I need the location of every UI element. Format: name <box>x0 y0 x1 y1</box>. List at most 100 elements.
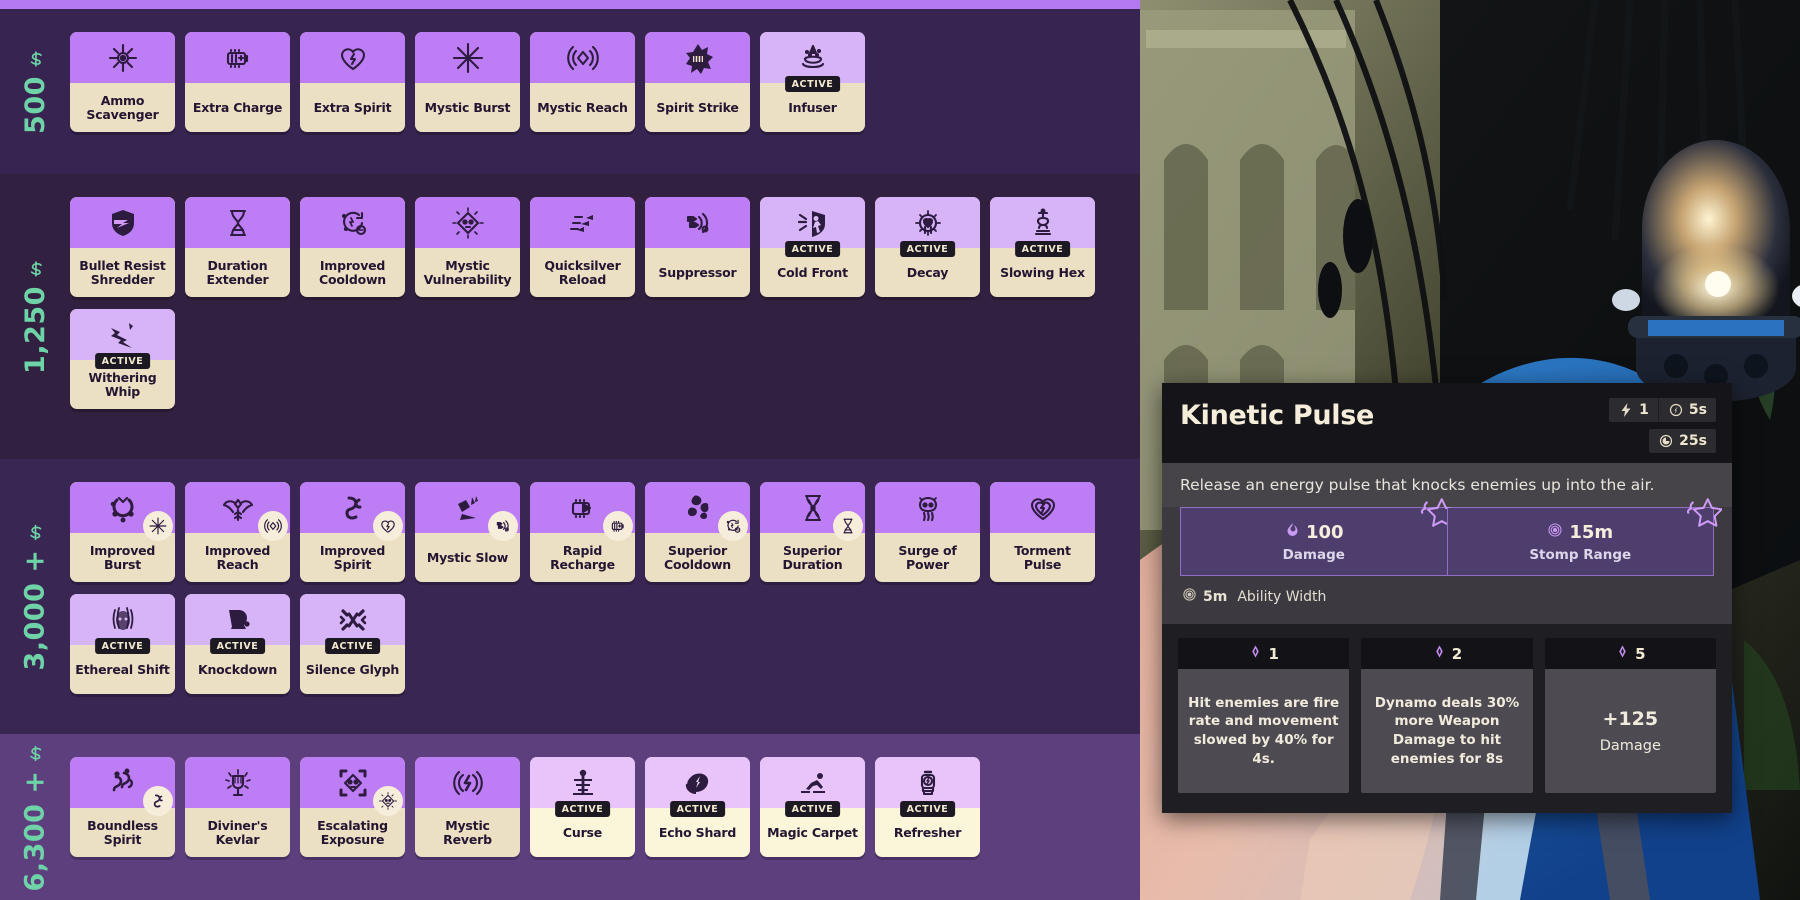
item-card[interactable]: Improved Burst <box>70 482 175 582</box>
charges-icon <box>1618 402 1634 418</box>
spirit-strike-icon <box>645 32 750 83</box>
ability-stat: 15m Stomp Range <box>1446 498 1722 575</box>
item-card[interactable]: Improved Reach <box>185 482 290 582</box>
item-card[interactable]: Bullet Resist Shredder <box>70 197 175 297</box>
item-name: Extra Charge <box>192 99 283 115</box>
upgrade-cost-value: 2 <box>1451 644 1463 663</box>
stat-chip: 5s <box>1657 398 1716 422</box>
upgrade-effect: Hit enemies are fire rate and movement s… <box>1178 669 1350 793</box>
echo-shard-icon: ACTIVE <box>645 757 750 817</box>
chip-group-cooldown: 25s <box>1649 429 1716 453</box>
item-card[interactable]: Mystic Slow <box>415 482 520 582</box>
tier-item-rows: Improved Burst Improved Reach Improved Spi… <box>70 459 1140 734</box>
item-card[interactable]: Improved Spirit <box>300 482 405 582</box>
component-hourglass-icon <box>833 511 863 541</box>
item-card[interactable]: Mystic Reach <box>530 32 635 132</box>
top-accent-bar <box>0 0 1140 9</box>
mystic-slow-icon <box>415 482 520 541</box>
item-card[interactable]: Mystic Burst <box>415 32 520 132</box>
item-card[interactable]: ACTIVE Cold Front <box>760 197 865 297</box>
ability-upgrade-card[interactable]: 5 +125 Damage <box>1544 638 1716 793</box>
chip-value: 5s <box>1688 402 1707 418</box>
item-card[interactable]: ACTIVE Ethereal Shift <box>70 594 175 694</box>
upgrade-effect-text: Dynamo deals 30% more Weapon Damage to h… <box>1374 694 1520 767</box>
ability-primary-stats: 100 Damage 15m Stomp Range <box>1180 498 1722 576</box>
item-name: Torment Pulse <box>1014 542 1071 572</box>
upgrade-diamond-icon <box>1432 644 1447 663</box>
item-card[interactable]: Escalating Exposure <box>300 757 405 857</box>
item-card[interactable]: Boundless Spirit <box>70 757 175 857</box>
soul-icon <box>25 523 45 543</box>
upgrade-effect-text: Hit enemies are fire rate and movement s… <box>1188 694 1340 767</box>
upgrade-effect-label: Damage <box>1599 738 1661 755</box>
item-card[interactable]: Ammo Scavenger <box>70 32 175 132</box>
active-badge: ACTIVE <box>1014 241 1071 257</box>
item-row: Ammo Scavenger Extra Charge Extra Spirit My… <box>70 32 1140 132</box>
tier-item-rows: Bullet Resist Shredder Duration Extender I… <box>70 174 1140 459</box>
tier-price: 500 <box>0 9 70 174</box>
magic-carpet-icon: ACTIVE <box>760 757 865 817</box>
item-card[interactable]: ACTIVE Curse <box>530 757 635 857</box>
ability-stat-block: 100 Damage 15m Stomp Range 5m Ability Width <box>1162 498 1732 624</box>
active-badge: ACTIVE <box>784 241 841 257</box>
tier-price-value: 6,300 + <box>19 770 51 891</box>
item-card[interactable]: ACTIVE Infuser <box>760 32 865 132</box>
item-card[interactable]: Quicksilver Reload <box>530 197 635 297</box>
extra-charge-icon <box>185 32 290 83</box>
item-card[interactable]: Mystic Vulnerability <box>415 197 520 297</box>
item-card[interactable]: Surge of Power <box>875 482 980 582</box>
item-card[interactable]: ACTIVE Silence Glyph <box>300 594 405 694</box>
component-skull-diamond-icon <box>373 786 403 816</box>
item-card[interactable]: ACTIVE Withering Whip <box>70 309 175 409</box>
item-card[interactable]: ACTIVE Knockdown <box>185 594 290 694</box>
ability-stat: 100 Damage <box>1181 498 1456 575</box>
component-cooldown-icon <box>718 511 748 541</box>
active-badge: ACTIVE <box>784 801 841 817</box>
boundless-spirit-icon <box>70 757 175 816</box>
item-card[interactable]: ACTIVE Echo Shard <box>645 757 750 857</box>
mystic-burst-icon <box>415 32 520 83</box>
chip-value: 1 <box>1639 402 1649 418</box>
item-card[interactable]: Extra Spirit <box>300 32 405 132</box>
item-card[interactable]: Superior Cooldown <box>645 482 750 582</box>
item-name: Duration Extender <box>206 257 269 287</box>
soul-icon <box>25 49 45 69</box>
item-card[interactable]: ACTIVE Magic Carpet <box>760 757 865 857</box>
item-card[interactable]: Torment Pulse <box>990 482 1095 582</box>
item-card[interactable]: Extra Charge <box>185 32 290 132</box>
item-card[interactable]: ACTIVE Refresher <box>875 757 980 857</box>
upgrade-cost-value: 1 <box>1268 644 1279 663</box>
ability-upgrade-card[interactable]: 1 Hit enemies are fire rate and movement … <box>1178 638 1350 793</box>
upgrade-effect: Dynamo deals 30% more Weapon Damage to h… <box>1361 669 1533 793</box>
item-card[interactable]: Rapid Recharge <box>530 482 635 582</box>
item-name: Bullet Resist Shredder <box>79 257 166 287</box>
item-card[interactable]: ACTIVE Slowing Hex <box>990 197 1095 297</box>
upgrade-diamond-icon <box>1615 644 1630 663</box>
item-card[interactable]: Diviner's Kevlar <box>185 757 290 857</box>
tier-list: 500 Ammo Scavenger Extra Charge Extra Spiri… <box>0 9 1140 900</box>
range-icon <box>1182 587 1197 606</box>
item-card[interactable]: Superior Duration <box>760 482 865 582</box>
item-card[interactable]: Spirit Strike <box>645 32 750 132</box>
improved-burst-icon <box>70 482 175 541</box>
item-card[interactable]: ACTIVE Decay <box>875 197 980 297</box>
star-icon <box>1684 495 1722 528</box>
tier-price-value: 3,000 + <box>19 549 51 671</box>
soul-icon <box>25 259 45 279</box>
tier-price: 1,250 <box>0 174 70 459</box>
slowing-hex-icon: ACTIVE <box>990 197 1095 257</box>
rapid-recharge-icon <box>530 482 635 541</box>
infuser-icon: ACTIVE <box>760 32 865 92</box>
superior-duration-icon <box>760 482 865 541</box>
item-card[interactable]: Mystic Reverb <box>415 757 520 857</box>
item-card[interactable]: Suppressor <box>645 197 750 297</box>
tier-section: 1,250 Bullet Resist Shredder Duration Exte… <box>0 174 1140 459</box>
item-card[interactable]: Duration Extender <box>185 197 290 297</box>
item-name: Surge of Power <box>898 542 957 572</box>
ability-upgrade-card[interactable]: 2 Dynamo deals 30% more Weapon Damage to … <box>1361 638 1533 793</box>
stat-value: 15m <box>1569 522 1614 543</box>
item-card[interactable]: Improved Cooldown <box>300 197 405 297</box>
improved-spirit-icon <box>300 482 405 541</box>
tier-price: 3,000 + <box>0 459 70 734</box>
diviners-kevlar-icon <box>185 757 290 808</box>
